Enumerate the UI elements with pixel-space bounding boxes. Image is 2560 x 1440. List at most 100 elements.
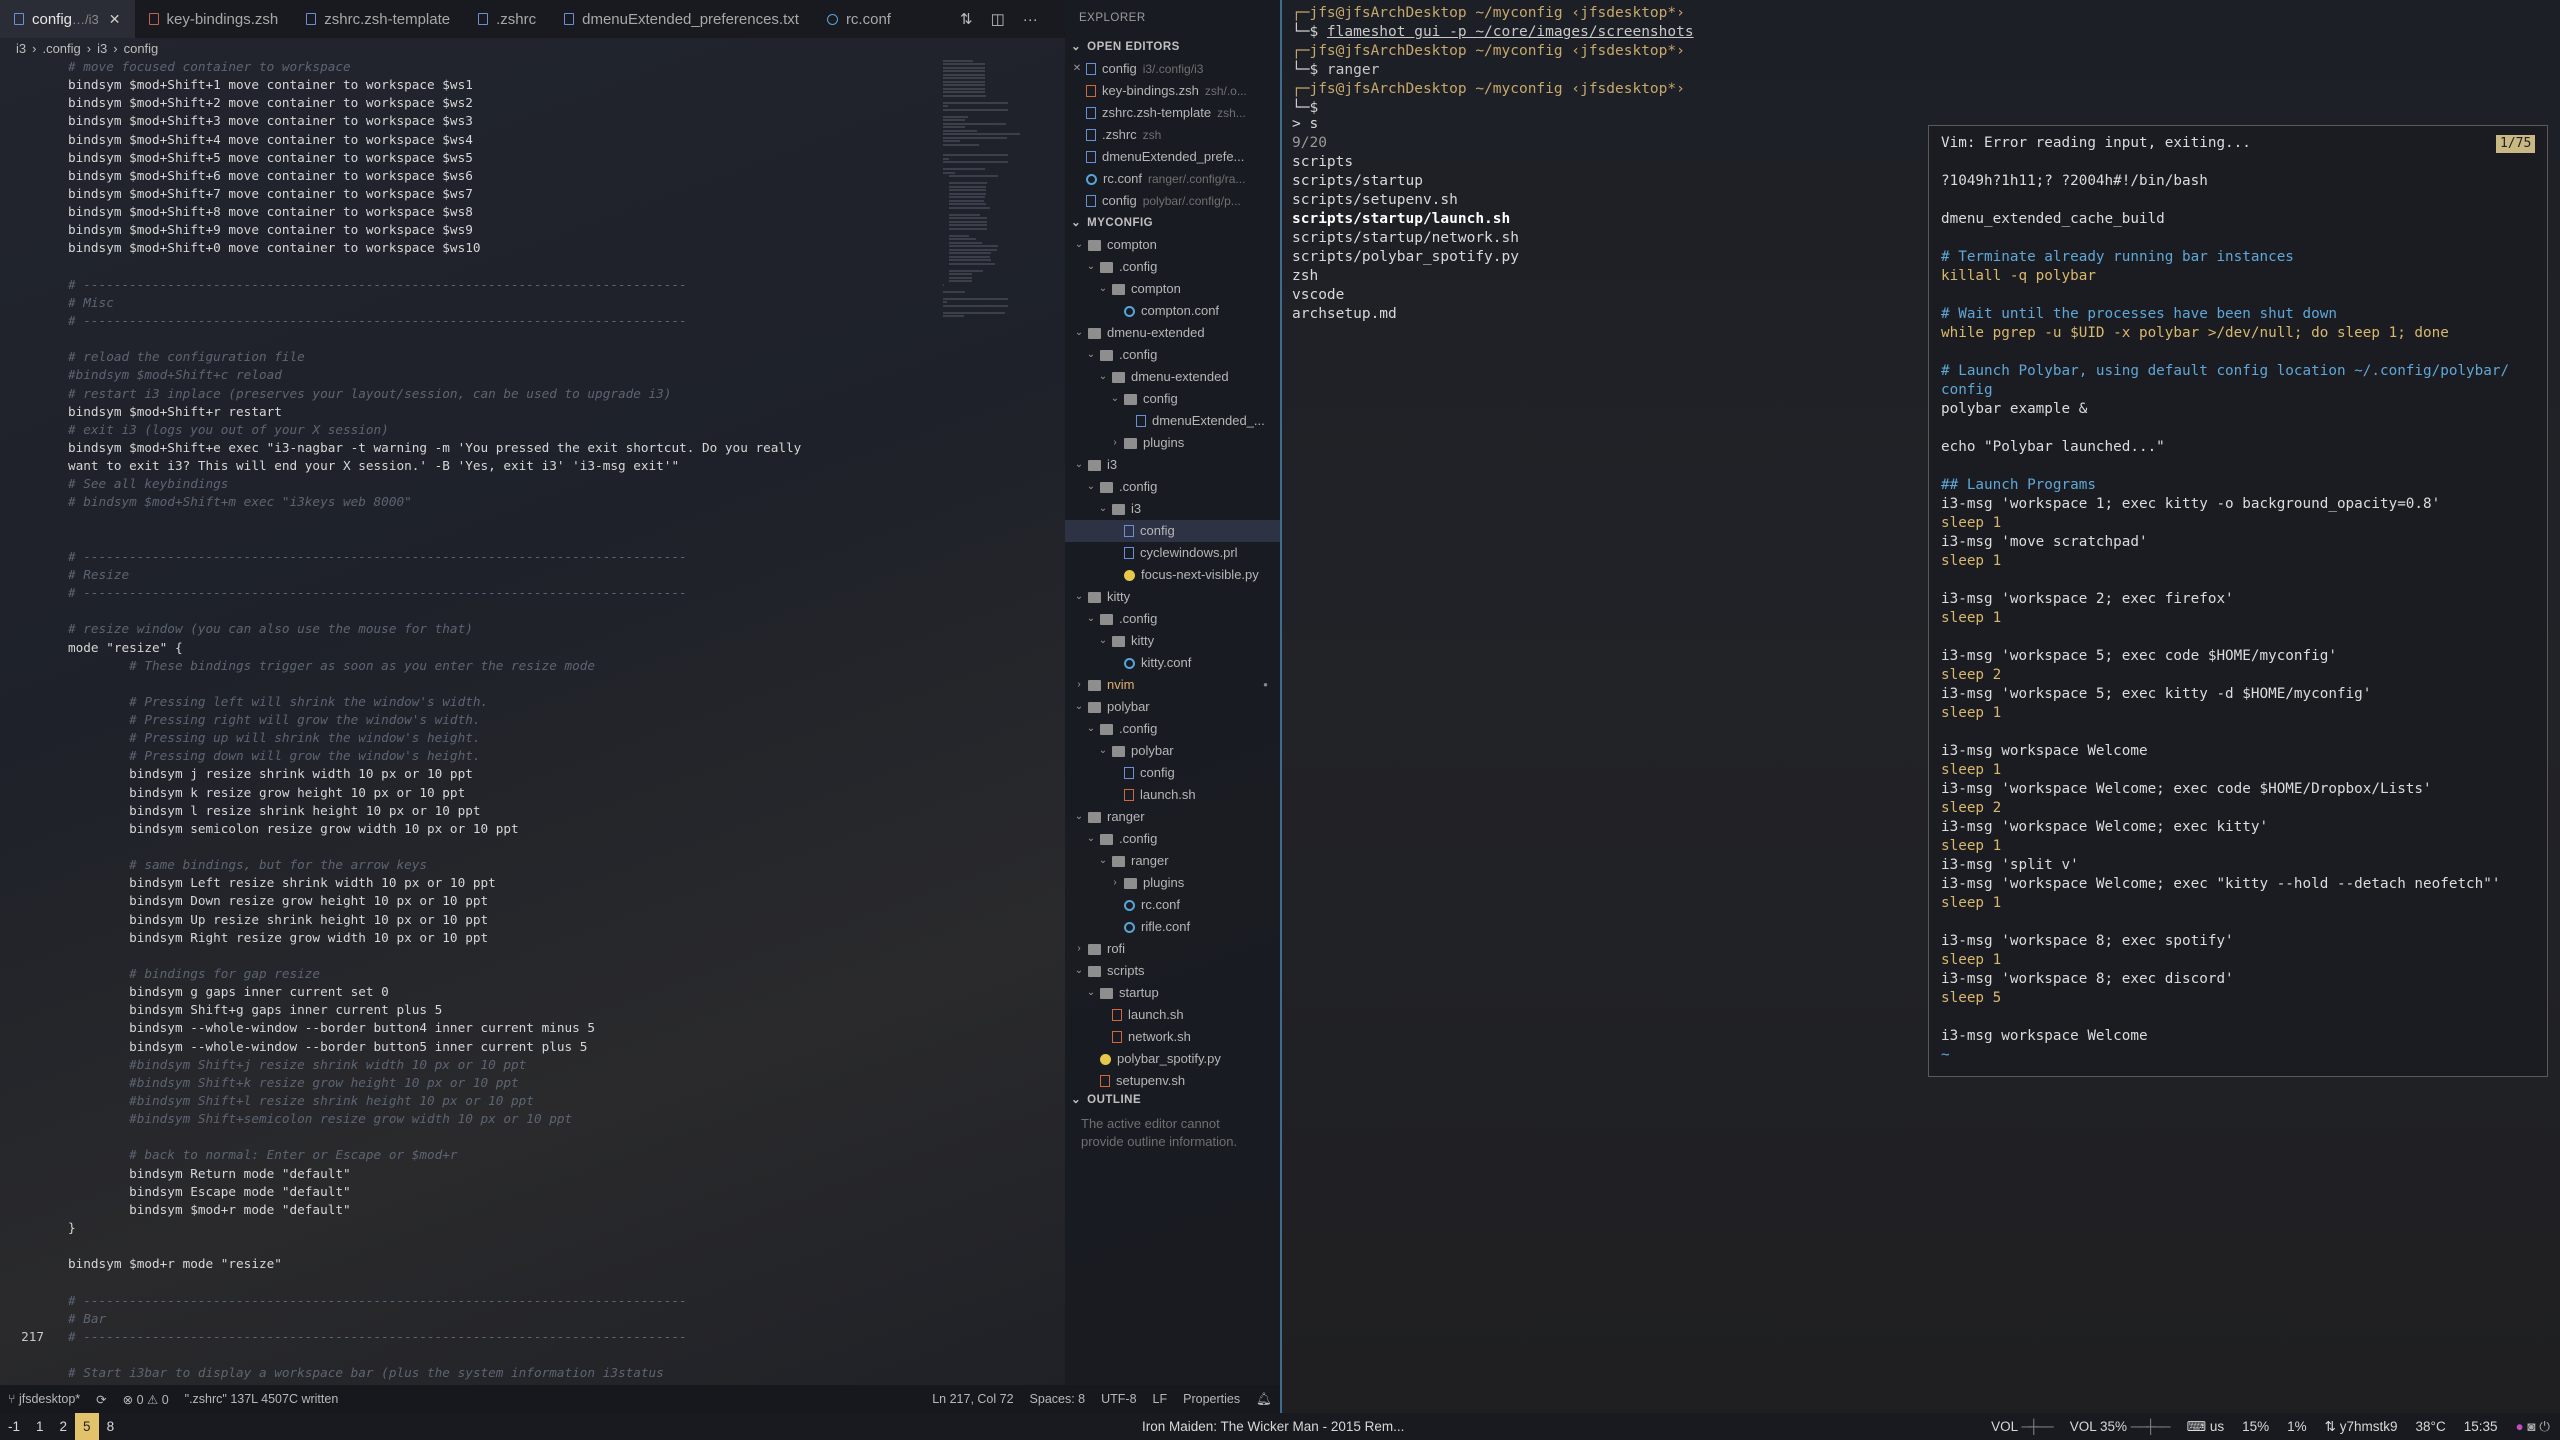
tree-item[interactable]: launch.sh <box>1065 1004 1280 1026</box>
now-playing[interactable]: Iron Maiden: The Wicker Man - 2015 Rem..… <box>1142 1413 1404 1440</box>
language-mode[interactable]: Properties <box>1183 1392 1240 1406</box>
tree-item[interactable]: config <box>1065 520 1280 542</box>
tree-item[interactable]: ⌄ dmenu-extended <box>1065 366 1280 388</box>
minimap[interactable] <box>943 58 1028 848</box>
editor-tab[interactable]: zshrc.zsh-template <box>292 0 464 38</box>
tree-item[interactable]: ⌄ ranger <box>1065 850 1280 872</box>
tree-item[interactable]: › rofi <box>1065 938 1280 960</box>
tree-item[interactable]: ⌄ compton <box>1065 278 1280 300</box>
project-header[interactable]: ⌄ MYCONFIG <box>1065 212 1280 234</box>
tree-item[interactable]: › plugins <box>1065 432 1280 454</box>
open-editor-item[interactable]: key-bindings.zsh zsh/.o... <box>1065 80 1280 102</box>
workspace-button[interactable]: 2 <box>52 1413 76 1440</box>
tree-item[interactable]: ⌄ ranger <box>1065 806 1280 828</box>
minimap-line <box>943 94 986 97</box>
tree-item[interactable]: ⌄ .config <box>1065 828 1280 850</box>
tree-item[interactable]: dmenuExtended_... <box>1065 410 1280 432</box>
breadcrumb-item[interactable]: i3 <box>16 41 26 56</box>
cursor-position[interactable]: Ln 217, Col 72 <box>932 1392 1013 1406</box>
source-control-icon[interactable]: ⇅ <box>960 10 973 28</box>
workspace-button[interactable]: 1 <box>28 1413 52 1440</box>
workspace-button[interactable]: -1 <box>0 1413 28 1440</box>
tree-item[interactable]: ⌄ .config <box>1065 344 1280 366</box>
breadcrumb-item[interactable]: config <box>124 41 159 56</box>
ranger-item[interactable]: scripts/startup/network.sh <box>1292 229 1519 248</box>
tree-item[interactable]: focus-next-visible.py <box>1065 564 1280 586</box>
tree-item[interactable]: ⌄ config <box>1065 388 1280 410</box>
ranger-item[interactable]: scripts/setupenv.sh <box>1292 191 1519 210</box>
editor-tab[interactable]: config …/i3 ✕ <box>0 0 135 38</box>
tree-item[interactable]: › plugins <box>1065 872 1280 894</box>
tray-icons[interactable]: ● ◙ ⏻ <box>2516 1419 2551 1435</box>
open-editor-item[interactable]: config polybar/.config/p... <box>1065 190 1280 212</box>
open-editor-item[interactable]: zshrc.zsh-template zsh... <box>1065 102 1280 124</box>
breadcrumb-item[interactable]: i3 <box>97 41 107 56</box>
tree-item[interactable]: ⌄ polybar <box>1065 696 1280 718</box>
tree-item[interactable]: ⌄ .config <box>1065 256 1280 278</box>
code-editor[interactable]: # move focused container to workspace bin… <box>0 58 1050 1388</box>
ranger-item[interactable]: archsetup.md <box>1292 305 1519 324</box>
tree-item[interactable]: ⌄ .config <box>1065 718 1280 740</box>
volume-output[interactable]: VOL 35% ──┼── <box>2070 1419 2171 1434</box>
tree-item[interactable]: config <box>1065 762 1280 784</box>
tree-item[interactable]: ⌄ scripts <box>1065 960 1280 982</box>
ranger-input[interactable]: > s <box>1292 115 1519 134</box>
line-ending[interactable]: LF <box>1153 1392 1168 1406</box>
breadcrumb-item[interactable]: .config <box>42 41 80 56</box>
preview-line <box>1941 286 2535 305</box>
tree-item[interactable]: ⌄ .config <box>1065 476 1280 498</box>
tree-item[interactable]: ⌄ polybar <box>1065 740 1280 762</box>
tree-item[interactable]: ⌄ kitty <box>1065 630 1280 652</box>
encoding[interactable]: UTF-8 <box>1101 1392 1136 1406</box>
ranger-finder[interactable]: > s 9/20 scripts scripts/startup scripts/set… <box>1292 115 1519 324</box>
split-editor-icon[interactable]: ◫ <box>991 10 1005 28</box>
editor-tab[interactable]: dmenuExtended_preferences.txt <box>550 0 813 38</box>
folder-icon <box>1100 833 1113 845</box>
ranger-item[interactable]: scripts/startup <box>1292 172 1519 191</box>
editor-tab[interactable]: key-bindings.zsh <box>135 0 293 38</box>
workspace-button[interactable]: 8 <box>99 1413 123 1440</box>
tree-item[interactable]: rifle.conf <box>1065 916 1280 938</box>
tree-item[interactable]: setupenv.sh <box>1065 1070 1280 1089</box>
ranger-item[interactable]: scripts/polybar_spotify.py <box>1292 248 1519 267</box>
tree-item[interactable]: compton.conf <box>1065 300 1280 322</box>
more-actions-icon[interactable]: ··· <box>1023 11 1038 28</box>
open-editors-header[interactable]: ⌄ OPEN EDITORS <box>1065 36 1280 58</box>
ranger-item[interactable]: scripts <box>1292 153 1519 172</box>
line-number <box>0 239 44 257</box>
editor-tab[interactable]: .zshrc <box>464 0 550 38</box>
tree-item[interactable]: ⌄ compton <box>1065 234 1280 256</box>
editor-tab[interactable]: rc.conf <box>813 0 905 38</box>
tree-item[interactable]: ⌄ i3 <box>1065 498 1280 520</box>
bell-icon[interactable]: 🔔︎ <box>1256 1392 1272 1407</box>
tree-item[interactable]: › nvim ● <box>1065 674 1280 696</box>
tree-item[interactable]: ⌄ startup <box>1065 982 1280 1004</box>
ranger-item[interactable]: zsh <box>1292 267 1519 286</box>
open-editor-item[interactable]: ✕ config i3/.config/i3 <box>1065 58 1280 80</box>
tree-item[interactable]: rc.conf <box>1065 894 1280 916</box>
problems-indicator[interactable]: ⊗ 0 ⚠ 0 <box>123 1392 169 1407</box>
ranger-item[interactable]: scripts/startup/launch.sh <box>1292 210 1519 229</box>
indentation[interactable]: Spaces: 8 <box>1030 1392 1086 1406</box>
file-icon <box>14 13 24 25</box>
tree-item[interactable]: ⌄ dmenu-extended <box>1065 322 1280 344</box>
tree-item[interactable]: launch.sh <box>1065 784 1280 806</box>
open-editor-item[interactable]: dmenuExtended_prefe... <box>1065 146 1280 168</box>
outline-header[interactable]: ⌄ OUTLINE <box>1065 1089 1280 1111</box>
tree-item[interactable]: polybar_spotify.py <box>1065 1048 1280 1070</box>
branch-indicator[interactable]: ⑂ jfsdesktop* <box>8 1392 80 1406</box>
tree-item[interactable]: kitty.conf <box>1065 652 1280 674</box>
tree-item[interactable]: ⌄ .config <box>1065 608 1280 630</box>
tree-item[interactable]: ⌄ kitty <box>1065 586 1280 608</box>
volume-mic[interactable]: VOL ─┼── <box>1991 1419 2054 1434</box>
tree-item[interactable]: network.sh <box>1065 1026 1280 1048</box>
tree-item[interactable]: ⌄ i3 <box>1065 454 1280 476</box>
open-editor-item[interactable]: rc.conf ranger/.config/ra... <box>1065 168 1280 190</box>
ranger-item[interactable]: vscode <box>1292 286 1519 305</box>
workspace-button[interactable]: 5 <box>75 1413 99 1440</box>
open-editor-item[interactable]: .zshrc zsh <box>1065 124 1280 146</box>
sync-icon[interactable]: ⟳ <box>96 1392 106 1407</box>
close-icon[interactable]: ✕ <box>109 11 121 28</box>
tree-item[interactable]: cyclewindows.prl <box>1065 542 1280 564</box>
close-icon[interactable]: ✕ <box>1071 58 1083 80</box>
